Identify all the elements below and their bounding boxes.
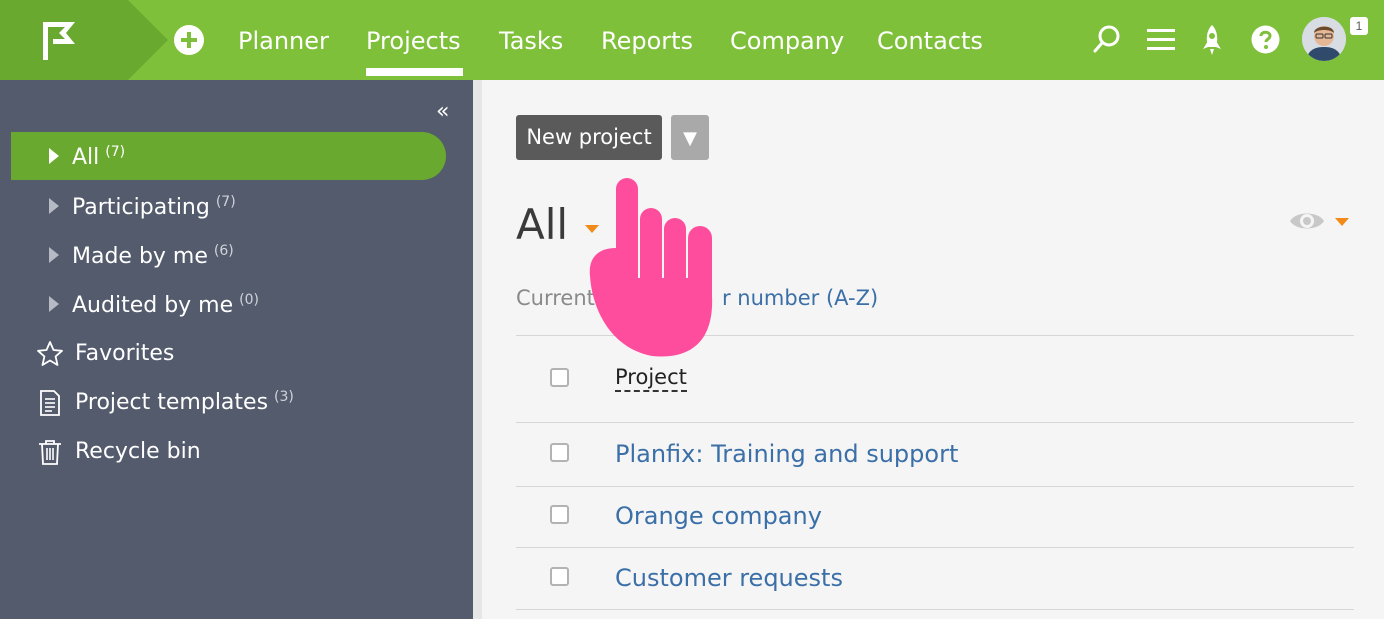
search-icon[interactable] bbox=[1092, 24, 1122, 54]
sidebar-item-participating[interactable]: Participating (7) bbox=[11, 182, 446, 230]
expand-triangle-icon[interactable] bbox=[49, 198, 59, 214]
expand-triangle-icon[interactable] bbox=[49, 296, 59, 312]
sidebar-item-count: (6) bbox=[213, 242, 234, 259]
new-project-dropdown-button[interactable]: ▼ bbox=[671, 115, 709, 160]
rocket-icon[interactable] bbox=[1199, 24, 1225, 56]
sidebar-item-favorites[interactable]: Favorites bbox=[11, 330, 446, 378]
sidebar-item-audited-by-me[interactable]: Audited by me (0) bbox=[11, 280, 446, 328]
menu-icon[interactable] bbox=[1146, 28, 1176, 52]
column-header-project[interactable]: Project bbox=[615, 364, 687, 392]
sidebar-item-label: All bbox=[72, 145, 100, 170]
collapse-sidebar-icon[interactable]: « bbox=[436, 100, 449, 124]
pointer-hand-icon bbox=[589, 178, 713, 357]
sidebar-divider bbox=[473, 80, 482, 619]
active-nav-underline bbox=[366, 68, 463, 76]
sidebar-item-label: Recycle bin bbox=[75, 439, 201, 464]
view-selector-caret-icon[interactable] bbox=[585, 225, 599, 233]
sort-label: Current bbox=[516, 286, 595, 310]
sidebar-item-label: Participating bbox=[72, 195, 210, 220]
divider bbox=[516, 486, 1354, 487]
nav-company[interactable]: Company bbox=[730, 26, 844, 56]
sidebar-item-count: (0) bbox=[239, 291, 259, 308]
sidebar-item-count: (3) bbox=[274, 388, 294, 405]
divider bbox=[516, 422, 1354, 423]
divider bbox=[516, 547, 1354, 548]
sidebar-item-count: (7) bbox=[105, 143, 126, 160]
sidebar-item-all[interactable]: All (7) bbox=[11, 132, 446, 180]
add-new-icon[interactable] bbox=[174, 25, 204, 55]
eye-icon[interactable] bbox=[1288, 205, 1326, 237]
top-navigation-bar: Planner Projects Tasks Reports Company C… bbox=[0, 0, 1384, 80]
notification-badge[interactable]: 1 bbox=[1350, 17, 1368, 35]
sidebar-item-label: Audited by me bbox=[72, 293, 234, 318]
expand-triangle-icon[interactable] bbox=[49, 247, 59, 263]
nav-contacts[interactable]: Contacts bbox=[877, 26, 983, 56]
document-icon bbox=[40, 390, 60, 416]
select-all-checkbox[interactable] bbox=[550, 368, 569, 387]
trash-icon bbox=[39, 440, 61, 465]
user-avatar[interactable] bbox=[1302, 17, 1346, 61]
sidebar-item-label: Made by me bbox=[72, 244, 208, 269]
sort-order-link[interactable]: r number (A-Z) bbox=[722, 284, 878, 312]
project-link[interactable]: Planfix: Training and support bbox=[615, 439, 958, 469]
row-checkbox[interactable] bbox=[550, 567, 569, 586]
sidebar-item-count: (7) bbox=[215, 193, 236, 210]
expand-triangle-icon[interactable] bbox=[49, 148, 59, 164]
nav-reports[interactable]: Reports bbox=[601, 26, 693, 56]
divider bbox=[516, 335, 1354, 336]
help-icon[interactable] bbox=[1251, 25, 1280, 54]
sidebar-item-recycle-bin[interactable]: Recycle bin bbox=[11, 428, 446, 476]
sidebar-item-label: Favorites bbox=[75, 341, 175, 366]
sidebar-item-project-templates[interactable]: Project templates (3) bbox=[11, 379, 446, 427]
nav-tasks[interactable]: Tasks bbox=[499, 26, 563, 56]
page-title: All bbox=[516, 200, 569, 249]
sidebar-item-label: Project templates bbox=[75, 390, 269, 415]
sidebar-item-made-by-me[interactable]: Made by me (6) bbox=[11, 231, 446, 279]
nav-projects[interactable]: Projects bbox=[366, 26, 461, 56]
divider bbox=[516, 609, 1354, 610]
project-link[interactable]: Customer requests bbox=[615, 563, 843, 593]
row-checkbox[interactable] bbox=[550, 443, 569, 462]
visibility-caret-icon[interactable] bbox=[1335, 218, 1349, 226]
new-project-button[interactable]: New project bbox=[516, 115, 662, 160]
row-checkbox[interactable] bbox=[550, 505, 569, 524]
project-link[interactable]: Orange company bbox=[615, 501, 822, 531]
star-icon bbox=[37, 341, 63, 366]
flag-logo-icon[interactable] bbox=[40, 20, 80, 62]
nav-planner[interactable]: Planner bbox=[238, 26, 329, 56]
logo-arrow-shape bbox=[128, 0, 168, 80]
